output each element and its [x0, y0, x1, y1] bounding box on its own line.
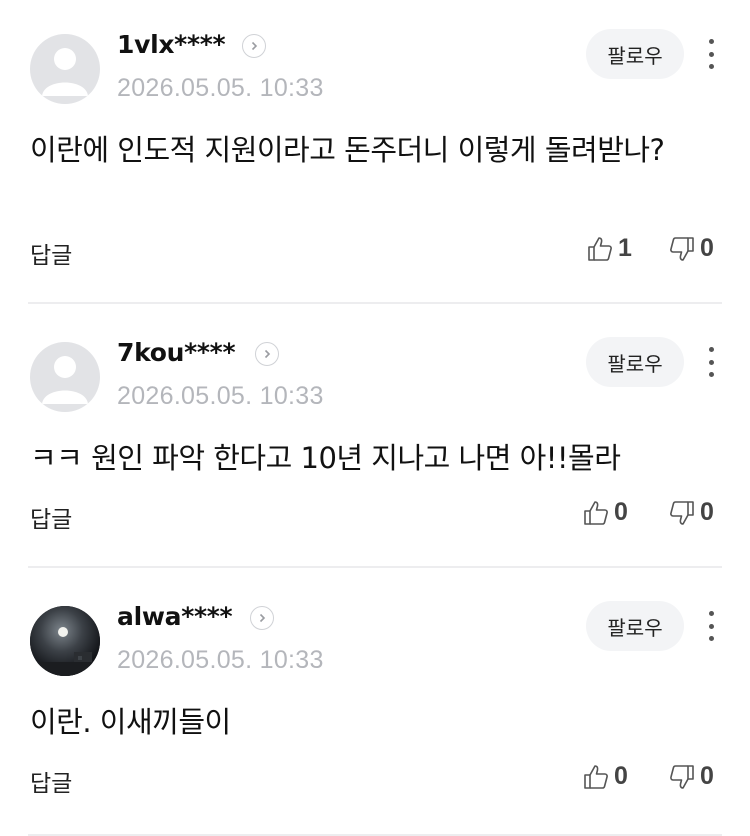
- reply-button[interactable]: 답글: [30, 764, 72, 798]
- timestamp: 2026.05.05. 10:33: [117, 646, 324, 674]
- avatar[interactable]: [30, 342, 100, 412]
- more-options-icon[interactable]: [698, 608, 724, 644]
- reply-button[interactable]: 답글: [30, 500, 72, 534]
- thumbs-down-icon: [670, 764, 694, 789]
- dislike-button[interactable]: 0: [668, 234, 714, 263]
- chevron-right-icon[interactable]: [250, 606, 274, 630]
- username[interactable]: 7kou****: [117, 338, 236, 367]
- dislike-button[interactable]: 0: [668, 498, 714, 527]
- timestamp: 2026.05.05. 10:33: [117, 74, 324, 102]
- follow-button[interactable]: 팔로우: [586, 601, 684, 651]
- avatar[interactable]: [30, 34, 100, 104]
- comment-item: 7kou**** 2026.05.05. 10:33 팔로우 ㅋㅋ 원인 파악 …: [0, 308, 750, 572]
- divider: [28, 566, 722, 568]
- username[interactable]: alwa****: [117, 602, 233, 631]
- dislike-count: 0: [700, 762, 714, 790]
- thumbs-up-icon: [584, 764, 608, 789]
- thumbs-down-icon: [670, 500, 694, 525]
- like-count: 0: [614, 498, 628, 526]
- avatar[interactable]: [30, 606, 100, 676]
- comment-text: 이란에 인도적 지원이라고 돈주더니 이렇게 돌려받나?: [30, 133, 665, 167]
- like-button[interactable]: 0: [582, 498, 628, 527]
- thumbs-down-icon: [670, 236, 694, 261]
- comment-text: 이란. 이새끼들이: [30, 705, 231, 739]
- like-count: 1: [618, 234, 632, 262]
- comment-text: ㅋㅋ 원인 파악 한다고 10년 지나고 나면 아!!몰라: [30, 441, 621, 475]
- like-count: 0: [614, 762, 628, 790]
- chevron-right-icon[interactable]: [255, 342, 279, 366]
- dislike-count: 0: [700, 498, 714, 526]
- comment-item: alwa**** 2026.05.05. 10:33 팔로우 이란. 이새끼들이…: [0, 572, 750, 836]
- more-options-icon[interactable]: [698, 344, 724, 380]
- moon-photo-avatar: [30, 606, 100, 676]
- thumbs-up-icon: [588, 236, 612, 261]
- reply-button[interactable]: 답글: [30, 236, 72, 270]
- divider: [28, 302, 722, 304]
- timestamp: 2026.05.05. 10:33: [117, 382, 324, 410]
- default-avatar-icon: [42, 356, 88, 404]
- follow-button[interactable]: 팔로우: [586, 337, 684, 387]
- chevron-right-icon[interactable]: [242, 34, 266, 58]
- dislike-button[interactable]: 0: [668, 762, 714, 791]
- follow-button[interactable]: 팔로우: [586, 29, 684, 79]
- username[interactable]: 1vlx****: [117, 30, 226, 59]
- thumbs-up-icon: [584, 500, 608, 525]
- dislike-count: 0: [700, 234, 714, 262]
- default-avatar-icon: [42, 48, 88, 96]
- more-options-icon[interactable]: [698, 36, 724, 72]
- comment-item: 1vlx**** 2026.05.05. 10:33 팔로우 이란에 인도적 지…: [0, 0, 750, 304]
- like-button[interactable]: 0: [582, 762, 628, 791]
- like-button[interactable]: 1: [586, 234, 632, 263]
